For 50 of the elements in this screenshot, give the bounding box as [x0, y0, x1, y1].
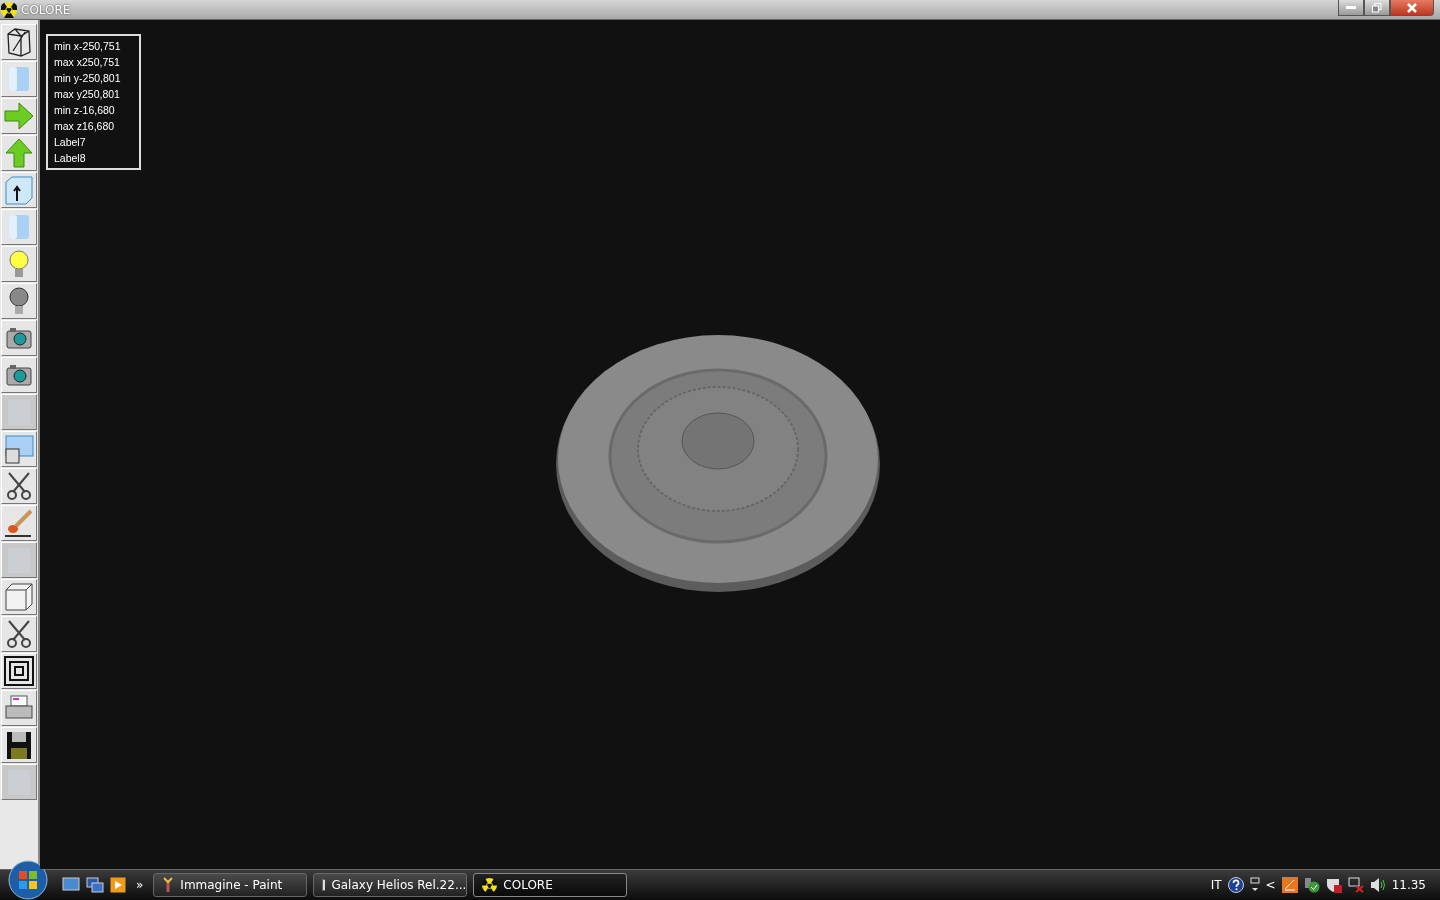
right-arrow-icon	[3, 100, 35, 132]
taskbar-button[interactable]: Galaxy Helios Rel.22...	[313, 873, 468, 897]
info-label: max x250,751	[54, 55, 121, 70]
toolbar-button[interactable]	[1, 172, 37, 208]
network-disconnected-icon[interactable]	[1347, 877, 1364, 893]
info-label: max y250,801	[54, 87, 121, 102]
box-arrow-icon	[3, 174, 35, 206]
toolbar-button[interactable]	[1, 616, 37, 652]
help-icon[interactable]	[1227, 877, 1244, 893]
taskbar-button[interactable]: Immagine - Paint	[153, 873, 308, 897]
close-icon	[1407, 2, 1417, 13]
minimize-button[interactable]	[1338, 0, 1364, 16]
toolbar-button[interactable]	[1, 357, 37, 393]
shield-icon[interactable]	[1325, 877, 1342, 893]
edit-icon[interactable]	[1281, 877, 1298, 893]
info-label: min x-250,751	[54, 39, 122, 54]
tray-chevron[interactable]: <	[1265, 878, 1276, 892]
toolbar-button[interactable]	[1, 283, 37, 319]
toolbar-button[interactable]	[1, 24, 37, 60]
start-button[interactable]	[8, 860, 48, 900]
toolbar-button[interactable]	[1, 727, 37, 763]
check-icon[interactable]	[1303, 877, 1320, 893]
info-label: Label8	[54, 151, 87, 166]
restore-button[interactable]	[1364, 0, 1390, 16]
window-title: COLORE	[21, 2, 71, 17]
radiation-icon	[482, 877, 498, 893]
up-arrow-icon	[3, 137, 35, 169]
desktop-icon[interactable]	[62, 877, 80, 893]
toolbar-button[interactable]	[1, 320, 37, 356]
taskbar-button[interactable]: COLORE	[473, 873, 628, 897]
toolbar-button[interactable]	[1, 653, 37, 689]
info-label: Label7	[54, 135, 87, 150]
close-button[interactable]	[1390, 0, 1434, 16]
window-switch-icon[interactable]	[1249, 877, 1260, 893]
cube-icon	[3, 581, 35, 613]
clock[interactable]: 11.35	[1391, 878, 1426, 892]
radiation-icon	[1, 1, 17, 18]
info-label: min y-250,801	[54, 71, 122, 86]
play-icon[interactable]	[110, 877, 126, 893]
concentric-squares-icon	[3, 655, 35, 687]
language-indicator[interactable]: IT	[1210, 878, 1222, 892]
toolbar-button[interactable]	[1, 468, 37, 504]
restore-icon	[1372, 2, 1382, 13]
info-label: max z16,680	[54, 119, 116, 134]
speaker-icon[interactable]	[1369, 877, 1386, 893]
minimize-icon	[1346, 5, 1356, 10]
more-chevron[interactable]: »	[136, 878, 144, 892]
window-icon	[3, 433, 35, 465]
info-label: min z-16,680	[54, 103, 116, 118]
windows-icon[interactable]	[86, 877, 104, 893]
